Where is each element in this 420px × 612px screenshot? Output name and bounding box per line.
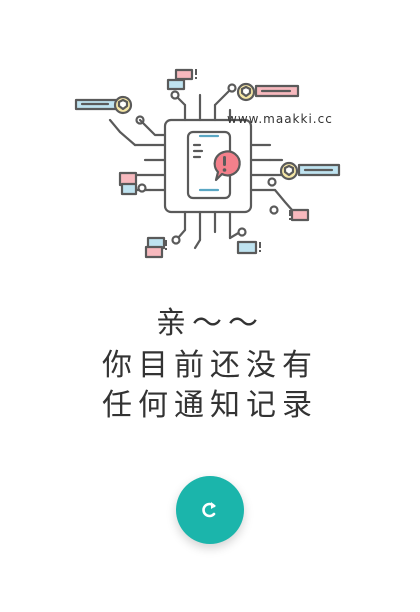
- refresh-icon: [202, 502, 216, 518]
- empty-message-greeting: 亲～～: [156, 306, 264, 341]
- empty-message-line: 你目前还没有: [102, 348, 318, 383]
- empty-message-line: 任何通知记录: [102, 388, 318, 423]
- notification-empty-page: www.maakki.cc 亲～～ 你目前还没有 任何通知记录: [0, 0, 420, 612]
- watermark-url: www.maakki.cc: [227, 112, 333, 126]
- refresh-button[interactable]: [176, 476, 244, 544]
- empty-notification-illustration: [74, 68, 341, 259]
